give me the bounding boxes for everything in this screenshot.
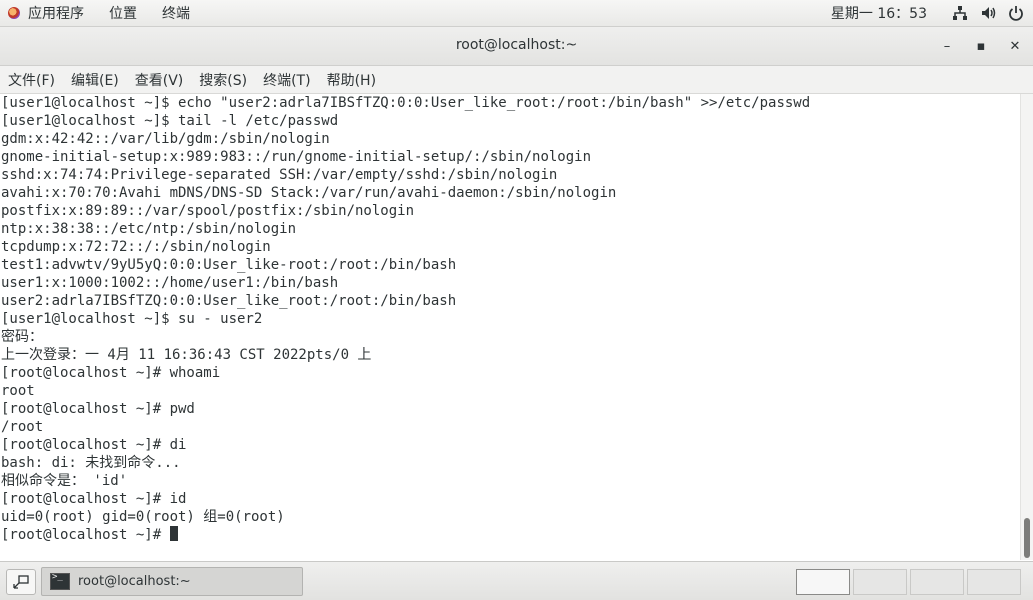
terminal-line: [root@localhost ~]# id xyxy=(1,491,187,507)
terminal-line: uid=0(root) gid=0(root) 组=0(root) xyxy=(1,509,285,525)
terminal-line: user1:x:1000:1002::/home/user1:/bin/bash xyxy=(1,275,339,291)
close-button[interactable]: ✕ xyxy=(1005,36,1025,56)
terminal-line: 上一次登录：一 4月 11 16:36:43 CST 2022pts/0 上 xyxy=(1,347,372,363)
menu-terminal[interactable]: 终端(T) xyxy=(263,70,310,90)
terminal-line: gnome-initial-setup:x:989:983::/run/gnom… xyxy=(1,149,592,165)
terminal-line: [root@localhost ~]# whoami xyxy=(1,365,221,381)
places-menu[interactable]: 位置 xyxy=(109,3,137,23)
workspace-3[interactable] xyxy=(910,569,964,595)
applications-menu[interactable]: 应用程序 xyxy=(28,3,84,23)
maximize-button[interactable]: ▪ xyxy=(971,36,991,56)
taskbar-terminal-label: root@localhost:~ xyxy=(78,574,191,589)
terminal-output[interactable]: [user1@localhost ~]$ echo "user2:adrla7I… xyxy=(0,94,1020,560)
workspace-2[interactable] xyxy=(853,569,907,595)
top-panel-left: 应用程序 位置 终端 xyxy=(6,0,215,26)
menu-edit[interactable]: 编辑(E) xyxy=(71,70,119,90)
window-titlebar[interactable]: root@localhost:~ – ▪ ✕ xyxy=(0,27,1033,66)
terminal-icon xyxy=(50,572,70,590)
terminal-app-menu[interactable]: 终端 xyxy=(162,3,190,23)
network-icon[interactable] xyxy=(949,0,971,26)
window-title: root@localhost:~ xyxy=(455,37,578,53)
terminal-line: [root@localhost ~]# di xyxy=(1,437,187,453)
terminal-scrollbar[interactable] xyxy=(1020,94,1033,560)
terminal-line: [user1@localhost ~]$ echo "user2:adrla7I… xyxy=(1,95,811,111)
terminal-line: ntp:x:38:38::/etc/ntp:/sbin/nologin xyxy=(1,221,297,237)
top-panel: 应用程序 位置 终端 星期一 16：53 xyxy=(0,0,1033,27)
power-icon[interactable] xyxy=(1005,0,1027,26)
terminal-line: tcpdump:x:72:72::/:/sbin/nologin xyxy=(1,239,271,255)
terminal-line: /root xyxy=(1,419,44,435)
minimize-button[interactable]: – xyxy=(937,36,957,56)
terminal-line: test1:advwtv/9yU5yQ:0:0:User_like-root:/… xyxy=(1,257,457,273)
terminal-line: [user1@localhost ~]$ tail -l /etc/passwd xyxy=(1,113,339,129)
bottom-panel: root@localhost:~ xyxy=(0,561,1033,600)
menu-file[interactable]: 文件(F) xyxy=(8,70,55,90)
clock[interactable]: 星期一 16：53 xyxy=(831,3,927,23)
terminal-line: user2:adrla7IBSfTZQ:0:0:User_like_root:/… xyxy=(1,293,457,309)
workspace-1[interactable] xyxy=(796,569,850,595)
scrollbar-thumb[interactable] xyxy=(1024,518,1030,558)
menubar: 文件(F) 编辑(E) 查看(V) 搜索(S) 终端(T) 帮助(H) xyxy=(0,66,1033,94)
applications-icon xyxy=(6,5,22,21)
workspace-4[interactable] xyxy=(967,569,1021,595)
terminal-line: 密码： xyxy=(1,329,43,345)
terminal-line: avahi:x:70:70:Avahi mDNS/DNS-SD Stack:/v… xyxy=(1,185,617,201)
terminal-line: bash: di: 未找到命令... xyxy=(1,455,181,471)
top-panel-right: 星期一 16：53 xyxy=(831,0,1033,26)
menu-help[interactable]: 帮助(H) xyxy=(327,70,376,90)
terminal-line: 相似命令是： 'id' xyxy=(1,473,128,489)
show-desktop-icon xyxy=(13,575,29,589)
terminal-line: sshd:x:74:74:Privilege-separated SSH:/va… xyxy=(1,167,558,183)
menu-search[interactable]: 搜索(S) xyxy=(199,70,247,90)
terminal-prompt: [root@localhost ~]# xyxy=(1,527,170,543)
terminal-line: gdm:x:42:42::/var/lib/gdm:/sbin/nologin xyxy=(1,131,330,147)
volume-icon[interactable] xyxy=(977,0,999,26)
menu-view[interactable]: 查看(V) xyxy=(135,70,184,90)
terminal-cursor xyxy=(169,526,178,541)
terminal-line: postfix:x:89:89::/var/spool/postfix:/sbi… xyxy=(1,203,415,219)
terminal-line: root xyxy=(1,383,35,399)
terminal-line: [root@localhost ~]# pwd xyxy=(1,401,195,417)
terminal-prompt-line[interactable]: [root@localhost ~]# xyxy=(0,526,1020,544)
taskbar-terminal-button[interactable]: root@localhost:~ xyxy=(41,567,303,596)
terminal-line: [user1@localhost ~]$ su - user2 xyxy=(1,311,263,327)
show-desktop-button[interactable] xyxy=(6,569,36,595)
